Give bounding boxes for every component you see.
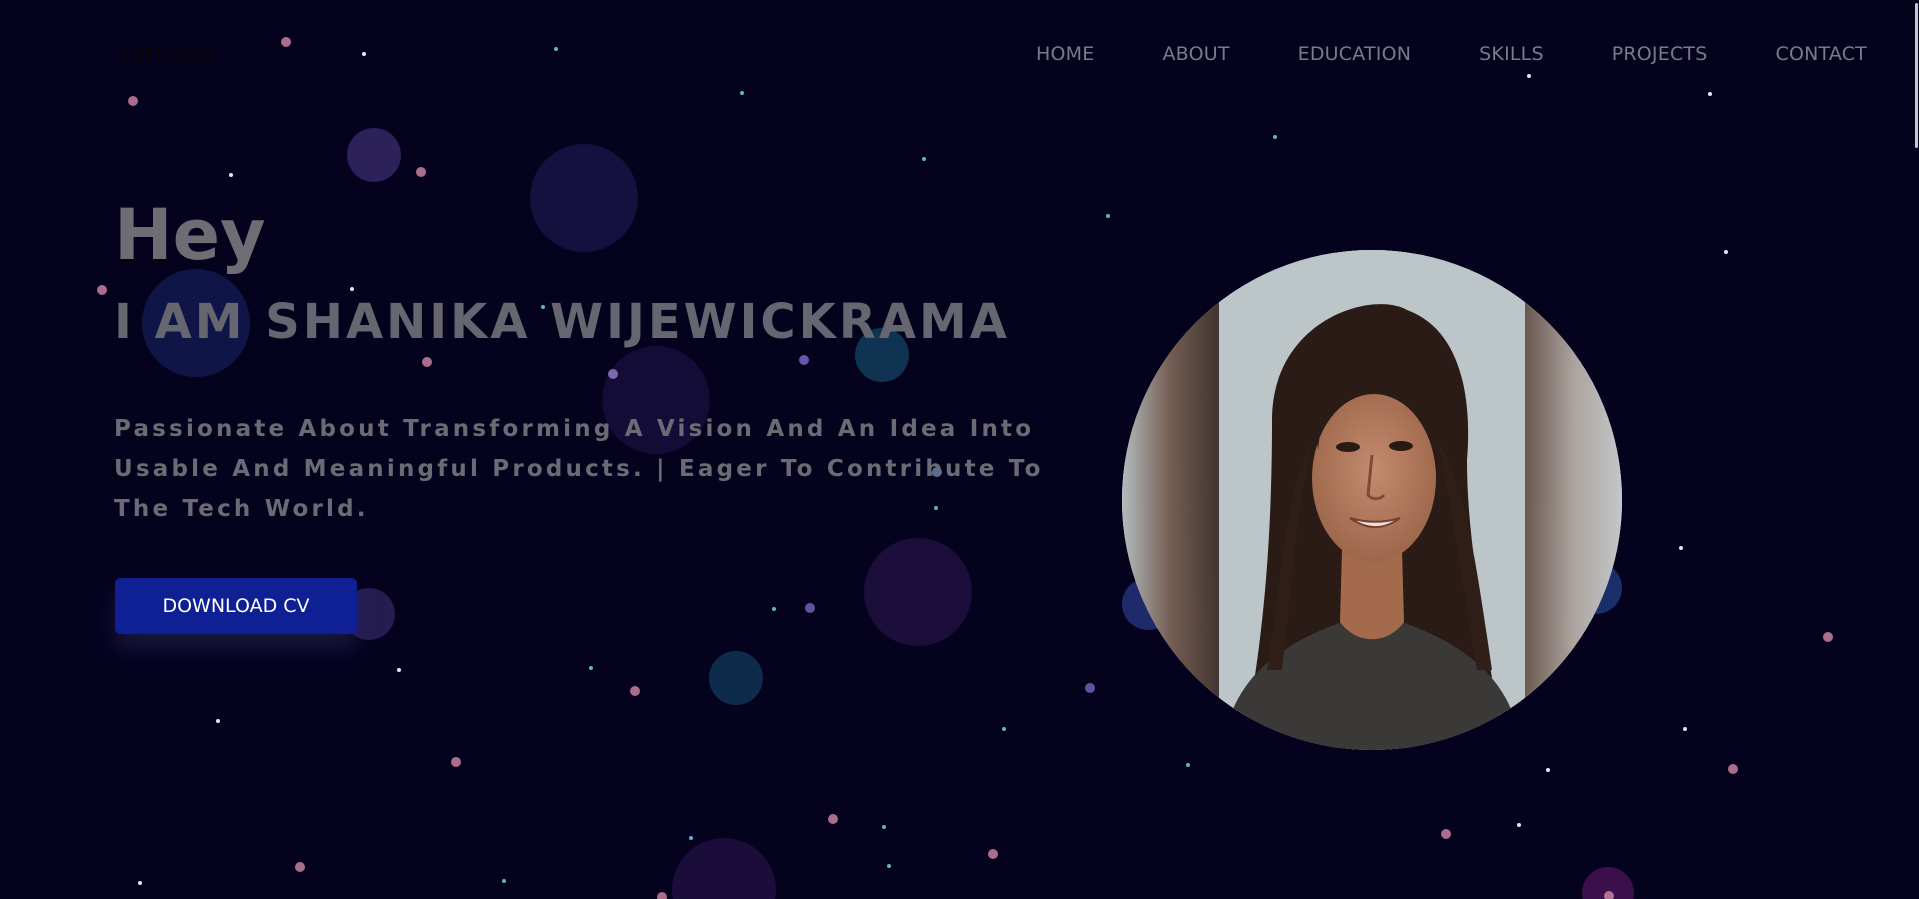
particle <box>97 285 107 295</box>
particle <box>362 52 366 56</box>
particle <box>216 719 220 723</box>
particle <box>589 666 593 670</box>
particle <box>229 173 233 177</box>
page: Portfolio HOME ABOUT EDUCATION SKILLS PR… <box>0 0 1919 899</box>
particle <box>1517 823 1521 827</box>
particle <box>740 91 744 95</box>
profile-photo-image <box>1122 250 1622 750</box>
particle <box>657 892 667 899</box>
particle <box>138 881 142 885</box>
particle <box>1106 214 1110 218</box>
particle <box>1683 727 1687 731</box>
particle <box>882 825 886 829</box>
nav-skills[interactable]: SKILLS <box>1479 43 1544 65</box>
particle <box>1002 727 1006 731</box>
particle <box>554 47 558 51</box>
particle <box>295 862 305 872</box>
bubble <box>864 538 972 646</box>
particle <box>1708 92 1712 96</box>
particle <box>451 757 461 767</box>
scrollbar[interactable] <box>1913 0 1919 899</box>
hero-tagline: Passionate About Transforming A Vision A… <box>114 416 1044 522</box>
hero-name: I AM SHANIKA WIJEWICKRAMA <box>114 294 1010 350</box>
particle <box>988 849 998 859</box>
nav-projects[interactable]: PROJECTS <box>1612 43 1708 65</box>
nav-contact[interactable]: CONTACT <box>1775 43 1867 65</box>
particle <box>1823 632 1833 642</box>
particle <box>805 603 815 613</box>
site-logo[interactable]: Portfolio <box>119 42 214 67</box>
particle <box>502 879 506 883</box>
particle <box>397 668 401 672</box>
particle <box>416 167 426 177</box>
scrollbar-thumb[interactable] <box>1915 3 1918 148</box>
particle <box>1679 546 1683 550</box>
particle <box>887 864 891 868</box>
bubble <box>347 128 401 182</box>
particle <box>128 96 138 106</box>
download-cv-button[interactable]: DOWNLOAD CV <box>115 578 357 634</box>
particle <box>1441 829 1451 839</box>
particle <box>630 686 640 696</box>
particle <box>1724 250 1728 254</box>
particle <box>772 607 776 611</box>
profile-photo <box>1122 250 1622 750</box>
bubble <box>672 838 776 899</box>
nav-education[interactable]: EDUCATION <box>1298 43 1412 65</box>
main-nav: HOME ABOUT EDUCATION SKILLS PROJECTS CON… <box>968 43 1867 65</box>
particle <box>1728 764 1738 774</box>
nav-home[interactable]: HOME <box>1036 43 1094 65</box>
bubble <box>709 651 763 705</box>
particle <box>1604 891 1614 899</box>
particle <box>1527 74 1531 78</box>
particle <box>828 814 838 824</box>
particle <box>1085 683 1095 693</box>
particle <box>689 836 693 840</box>
particle <box>1186 763 1190 767</box>
hero-greeting: Hey <box>114 194 266 276</box>
hero-intro: Hey I AM SHANIKA WIJEWICKRAMA Passionate… <box>114 190 1074 529</box>
nav-about[interactable]: ABOUT <box>1162 43 1229 65</box>
particle <box>1273 135 1277 139</box>
particle <box>922 157 926 161</box>
particle <box>281 37 291 47</box>
particle <box>1546 768 1550 772</box>
